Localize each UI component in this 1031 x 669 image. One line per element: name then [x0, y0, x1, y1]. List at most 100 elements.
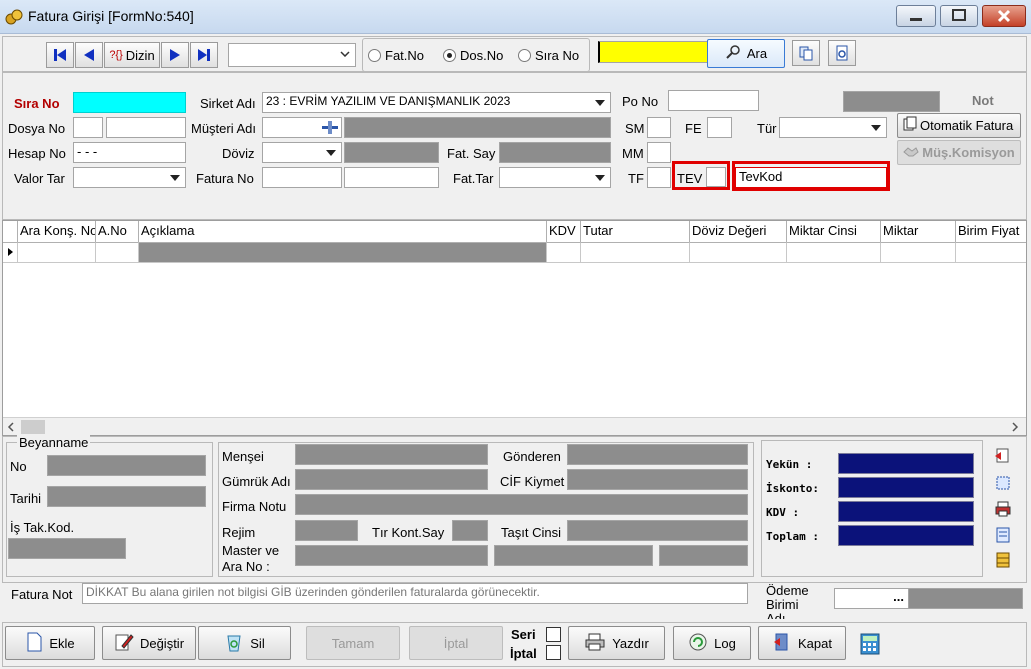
mm-input[interactable]	[647, 142, 671, 163]
po-no-label: Po No	[622, 94, 659, 109]
mus-komisyon-button[interactable]: Müş.Komisyon	[897, 140, 1021, 165]
horizontal-scrollbar[interactable]	[3, 417, 1026, 435]
iptal-check-label: İptal	[510, 646, 537, 661]
table-cell[interactable]	[690, 242, 787, 262]
search-input[interactable]	[598, 41, 708, 63]
tev-input[interactable]	[706, 167, 726, 187]
table-cell[interactable]	[18, 242, 96, 262]
scroll-left-icon[interactable]	[5, 420, 17, 437]
gonderen-field	[567, 444, 748, 465]
col-header-kdv[interactable]: KDV	[547, 221, 581, 242]
valor-tar-select[interactable]	[73, 167, 186, 188]
col-header-birim-fiyat[interactable]: Birim Fiyat	[956, 221, 1026, 242]
radio-dos-no-label: Dos.No	[460, 48, 504, 63]
maximize-button[interactable]	[940, 5, 978, 27]
sirket-adi-select[interactable]: 23 : EVRİM YAZILIM VE DANIŞMANLIK 2023	[262, 92, 611, 113]
dizin-button[interactable]: ?{} Dizin	[104, 42, 160, 68]
musteri-kod-input[interactable]	[262, 117, 342, 138]
printer-icon[interactable]	[994, 500, 1012, 521]
table-cell[interactable]	[96, 242, 139, 262]
lookup-icon[interactable]	[321, 120, 339, 137]
sm-input[interactable]	[647, 117, 671, 138]
refresh-icon	[688, 632, 708, 655]
search-button[interactable]: Ara	[707, 39, 785, 68]
table-cell[interactable]	[956, 242, 1026, 262]
table-cell[interactable]	[547, 242, 581, 262]
preview-icon[interactable]	[828, 40, 856, 66]
invoice-lines-grid[interactable]: Ara Konş. No A.No Açıklama KDV Tutar Döv…	[2, 220, 1027, 436]
log-button[interactable]: Log	[673, 626, 751, 660]
sira-no-input[interactable]	[73, 92, 186, 113]
fat-tar-select[interactable]	[499, 167, 611, 188]
tamam-button[interactable]: Tamam	[306, 626, 400, 660]
close-button[interactable]	[982, 5, 1026, 27]
table-cell-aciklama[interactable]	[139, 242, 547, 262]
iptal-checkbox[interactable]	[546, 645, 561, 660]
odeme-birimi-input[interactable]: ...	[834, 588, 909, 609]
dosya-no-prefix-input[interactable]	[73, 117, 103, 138]
sil-button[interactable]: Sil	[198, 626, 291, 660]
kapat-button[interactable]: Kapat	[758, 626, 846, 660]
fe-input[interactable]	[707, 117, 732, 138]
tasit-cinsi-field	[567, 520, 748, 541]
iptal-button[interactable]: İptal	[409, 626, 503, 660]
col-header-aciklama[interactable]: Açıklama	[139, 221, 547, 242]
yazdir-button[interactable]: Yazdır	[568, 626, 665, 660]
col-header-ara-kons[interactable]: Ara Konş. No	[18, 221, 96, 242]
col-header-doviz-degeri[interactable]: Döviz Değeri	[690, 221, 787, 242]
export-icon[interactable]	[994, 447, 1012, 468]
record-select[interactable]	[228, 43, 356, 67]
hesap-no-input[interactable]: - - -	[73, 142, 186, 163]
po-no-input[interactable]	[668, 90, 759, 111]
scroll-right-icon[interactable]	[1009, 420, 1021, 437]
otomatik-fatura-button[interactable]: Otomatik Fatura	[897, 113, 1021, 138]
hesap-no-label: Hesap No	[8, 146, 66, 161]
col-header-a-no[interactable]: A.No	[96, 221, 139, 242]
seri-label: Seri	[511, 627, 536, 642]
calculator-icon[interactable]	[859, 633, 881, 658]
ekle-label: Ekle	[49, 635, 75, 651]
gonderen-label: Gönderen	[503, 449, 561, 464]
search-button-label: Ara	[746, 46, 768, 61]
first-record-icon[interactable]	[46, 42, 74, 68]
tamam-label: Tamam	[331, 635, 375, 651]
col-header-tutar[interactable]: Tutar	[581, 221, 690, 242]
copy-icon[interactable]	[792, 40, 820, 66]
ekle-button[interactable]: Ekle	[5, 626, 95, 660]
tf-input[interactable]	[647, 167, 671, 188]
fatura-not-input[interactable]: DİKKAT Bu alana girilen not bilgisi GİB …	[82, 583, 748, 604]
dosya-no-input[interactable]	[106, 117, 186, 138]
select-icon[interactable]	[994, 474, 1012, 495]
previous-record-icon[interactable]	[75, 42, 103, 68]
exit-door-icon	[772, 632, 792, 655]
last-record-icon[interactable]	[190, 42, 218, 68]
doviz-select[interactable]	[262, 142, 342, 163]
col-header-miktar[interactable]: Miktar	[881, 221, 956, 242]
row-indicator-icon[interactable]	[3, 242, 18, 262]
next-record-icon[interactable]	[161, 42, 189, 68]
radio-fat-no-label: Fat.No	[385, 48, 425, 63]
radio-dos-no[interactable]: Dos.No	[443, 48, 503, 63]
notes-icon[interactable]	[994, 526, 1012, 547]
sirket-adi-value: 23 : EVRİM YAZILIM VE DANIŞMANLIK 2023	[266, 94, 511, 108]
doviz-label: Döviz	[222, 146, 255, 161]
cif-kiymet-label: CİF Kiymet	[500, 474, 565, 489]
fatura-seri-input[interactable]	[262, 167, 342, 188]
seri-checkbox[interactable]	[546, 627, 561, 642]
table-cell[interactable]	[581, 242, 690, 262]
scroll-thumb[interactable]	[21, 420, 45, 434]
col-header-miktar-cinsi[interactable]: Miktar Cinsi	[787, 221, 881, 242]
tevkod-input[interactable]: TevKod	[735, 167, 887, 188]
radio-fat-no[interactable]: Fat.No	[368, 48, 424, 63]
ellipsis-icon[interactable]: ...	[893, 589, 904, 604]
table-cell[interactable]	[881, 242, 956, 262]
beyanname-no-field	[47, 455, 206, 476]
radio-sira-no[interactable]: Sıra No	[518, 48, 579, 63]
table-cell[interactable]	[787, 242, 881, 262]
new-document-icon	[25, 632, 43, 655]
degistir-button[interactable]: Değiştir	[102, 626, 196, 660]
archive-icon[interactable]	[994, 551, 1012, 572]
minimize-button[interactable]	[896, 5, 936, 27]
fatura-no-input[interactable]	[344, 167, 439, 188]
tur-select[interactable]	[779, 117, 887, 138]
